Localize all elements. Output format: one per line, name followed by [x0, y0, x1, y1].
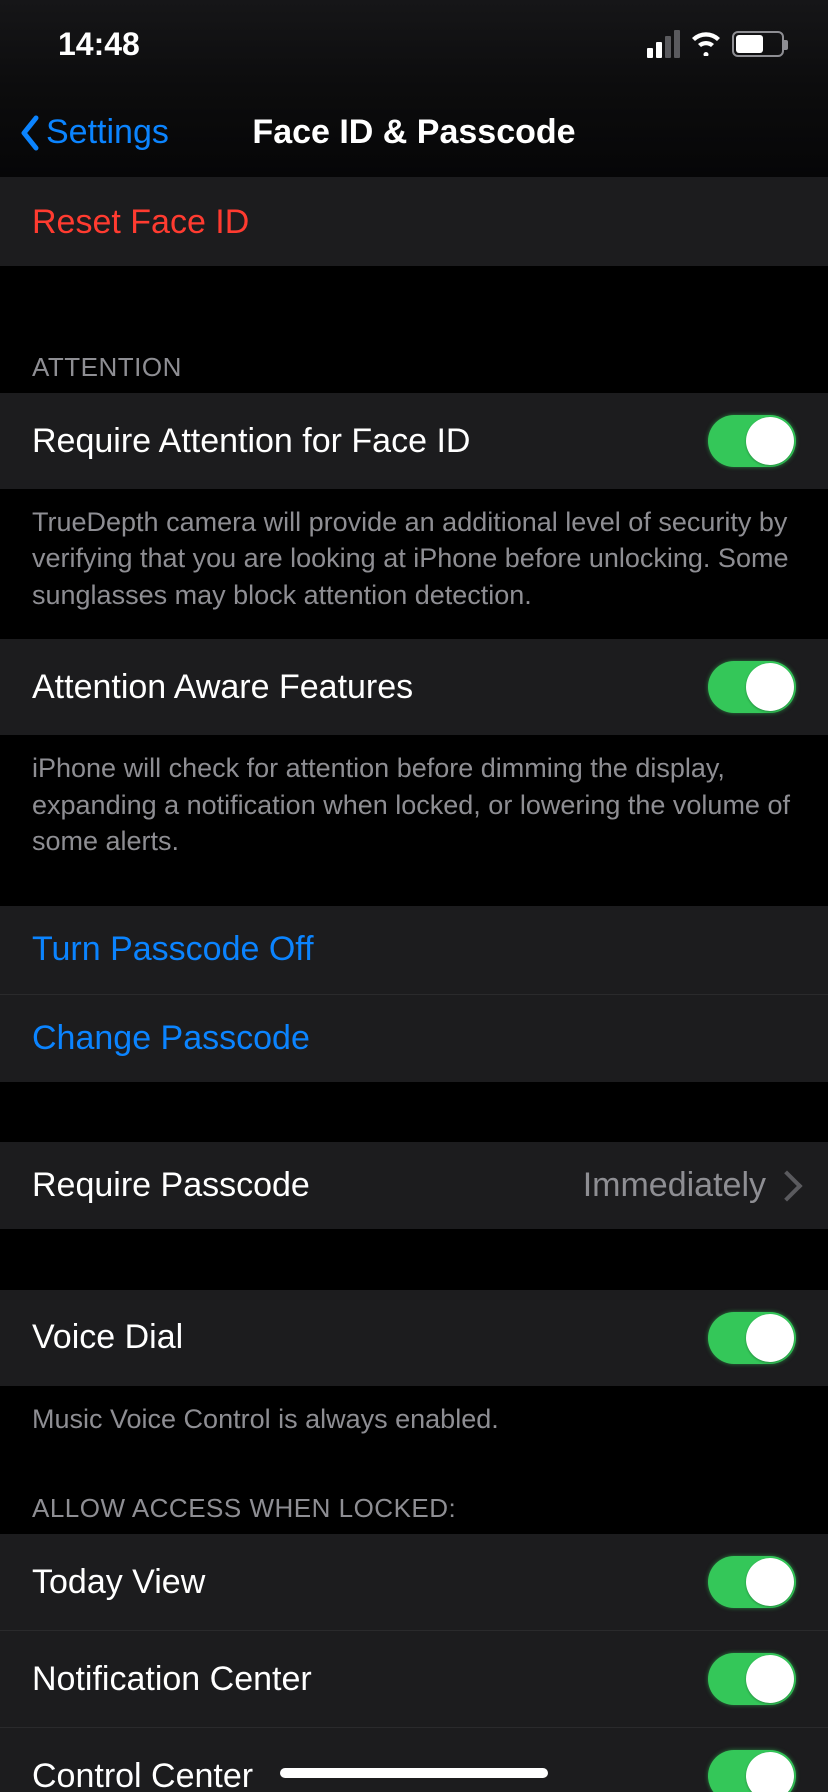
today-view-row: Today View	[0, 1534, 828, 1630]
require-attention-row: Require Attention for Face ID	[0, 393, 828, 490]
attention-aware-label: Attention Aware Features	[32, 668, 708, 707]
attention-aware-footer: iPhone will check for attention before d…	[0, 736, 828, 885]
control-center-row: Control Center	[0, 1727, 828, 1792]
require-passcode-row[interactable]: Require Passcode Immediately	[0, 1142, 828, 1230]
attention-section-header: ATTENTION	[0, 266, 828, 393]
back-button[interactable]: Settings	[18, 113, 169, 152]
require-passcode-value: Immediately	[583, 1166, 766, 1205]
change-passcode-label: Change Passcode	[32, 1019, 796, 1058]
today-view-label: Today View	[32, 1563, 708, 1602]
require-attention-toggle[interactable]	[708, 415, 796, 467]
status-time: 14:48	[58, 26, 140, 63]
voice-dial-row: Voice Dial	[0, 1290, 828, 1387]
status-icons	[647, 30, 784, 58]
cellular-signal-icon	[647, 30, 680, 58]
wifi-icon	[690, 32, 722, 56]
nav-bar: Settings Face ID & Passcode	[0, 88, 828, 178]
require-passcode-label: Require Passcode	[32, 1166, 583, 1205]
notification-center-label: Notification Center	[32, 1660, 708, 1699]
reset-face-id-label: Reset Face ID	[32, 203, 796, 242]
home-indicator[interactable]	[280, 1768, 548, 1778]
notification-center-toggle[interactable]	[708, 1653, 796, 1705]
reset-face-id-button[interactable]: Reset Face ID	[0, 178, 828, 266]
voice-dial-footer: Music Voice Control is always enabled.	[0, 1387, 828, 1463]
chevron-left-icon	[18, 114, 40, 152]
allow-locked-section-header: ALLOW ACCESS WHEN LOCKED:	[0, 1463, 828, 1534]
require-attention-label: Require Attention for Face ID	[32, 422, 708, 461]
attention-aware-toggle[interactable]	[708, 661, 796, 713]
control-center-toggle[interactable]	[708, 1750, 796, 1792]
battery-icon	[732, 31, 784, 57]
change-passcode-button[interactable]: Change Passcode	[0, 994, 828, 1082]
require-attention-footer: TrueDepth camera will provide an additio…	[0, 490, 828, 639]
turn-passcode-off-button[interactable]: Turn Passcode Off	[0, 906, 828, 994]
today-view-toggle[interactable]	[708, 1556, 796, 1608]
notification-center-row: Notification Center	[0, 1630, 828, 1727]
status-bar: 14:48	[0, 0, 828, 88]
voice-dial-label: Voice Dial	[32, 1318, 708, 1357]
voice-dial-toggle[interactable]	[708, 1312, 796, 1364]
back-label: Settings	[46, 113, 169, 152]
chevron-right-icon	[780, 1171, 796, 1199]
attention-aware-row: Attention Aware Features	[0, 639, 828, 736]
turn-passcode-off-label: Turn Passcode Off	[32, 930, 796, 969]
